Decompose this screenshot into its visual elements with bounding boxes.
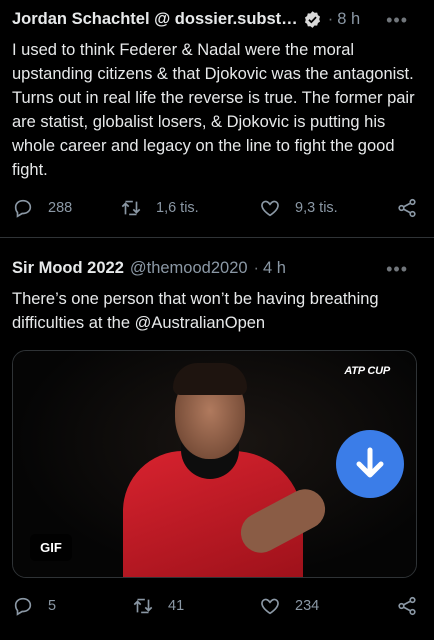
tweet-actions: 288 1,6 tis. 9,3 tis. <box>0 197 434 223</box>
arrow-down-icon <box>356 447 384 478</box>
mention-link[interactable]: @AustralianOpen <box>135 314 266 332</box>
retweet-button[interactable]: 41 <box>132 595 184 617</box>
reply-count: 5 <box>48 598 57 614</box>
tweet-header: Sir Mood 2022 @themood2020 · 4 h ••• <box>12 259 422 280</box>
retweet-icon <box>133 598 153 614</box>
retweet-count: 1,6 tis. <box>156 200 199 216</box>
retweet-button[interactable]: 1,6 tis. <box>120 197 199 219</box>
tweet[interactable]: Sir Mood 2022 @themood2020 · 4 h ••• The… <box>0 239 434 640</box>
separator-dot: · <box>327 10 334 28</box>
retweet-count: 41 <box>168 598 185 614</box>
more-options-icon[interactable]: ••• <box>386 10 408 31</box>
like-button[interactable]: 9,3 tis. <box>259 197 338 219</box>
verified-badge-icon <box>303 10 322 29</box>
author-handle[interactable]: @themood2020 <box>130 259 248 278</box>
tweet-time[interactable]: 8 h <box>337 10 360 29</box>
gif-badge: GIF <box>30 534 72 561</box>
brand-logo: ATP CUP <box>344 365 390 377</box>
tweet[interactable]: Jordan Schachtel @ dossier.subst… · 8 h … <box>0 0 434 238</box>
tweet-text: I used to think Federer & Nadal were the… <box>12 41 415 179</box>
gif-media[interactable]: ATP CUP GIF <box>12 350 417 578</box>
player-hair <box>173 363 247 395</box>
download-button[interactable] <box>336 430 404 498</box>
author-name[interactable]: Jordan Schachtel @ dossier.subst… <box>12 10 298 29</box>
reply-button[interactable]: 288 <box>12 197 72 219</box>
more-options-icon[interactable]: ••• <box>386 259 408 280</box>
reply-count: 288 <box>48 200 73 216</box>
heart-icon <box>261 200 279 217</box>
share-icon <box>398 198 416 218</box>
share-button[interactable] <box>396 595 418 617</box>
like-count: 234 <box>295 598 320 614</box>
like-button[interactable]: 234 <box>259 595 319 617</box>
share-button[interactable] <box>396 197 418 219</box>
tweet-text: There’s one person that won’t be having … <box>12 287 424 335</box>
share-icon <box>398 596 416 616</box>
heart-icon <box>261 598 279 615</box>
tweet-header: Jordan Schachtel @ dossier.subst… · 8 h … <box>12 10 422 31</box>
reply-button[interactable]: 5 <box>12 595 56 617</box>
reply-icon <box>14 597 32 616</box>
separator-dot: · <box>253 259 260 277</box>
tweet-actions: 5 41 234 <box>0 595 434 621</box>
like-count: 9,3 tis. <box>295 200 338 216</box>
retweet-icon <box>121 200 141 216</box>
author-name[interactable]: Sir Mood 2022 <box>12 259 124 278</box>
reply-icon <box>14 199 32 218</box>
tweet-time[interactable]: 4 h <box>263 259 286 278</box>
